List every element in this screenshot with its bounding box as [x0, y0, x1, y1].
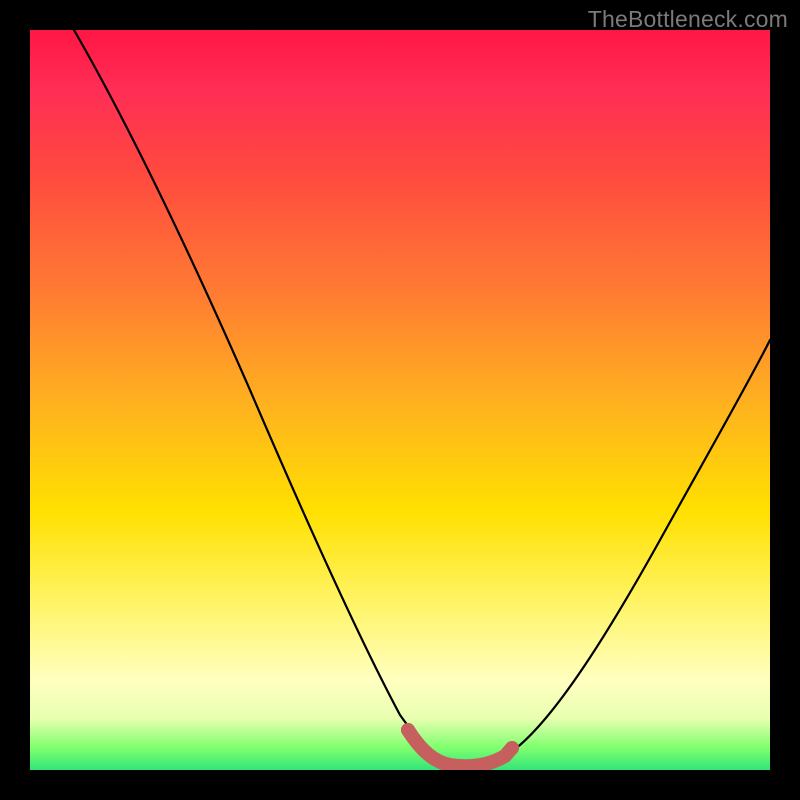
curve-path — [74, 30, 770, 765]
watermark-text: TheBottleneck.com — [588, 6, 788, 33]
chart-frame: TheBottleneck.com — [0, 0, 800, 800]
highlight-path — [408, 730, 512, 766]
highlight-dot-right — [505, 741, 519, 755]
highlight-dot-left — [401, 723, 415, 737]
plot-area — [30, 30, 770, 770]
bottleneck-curve — [30, 30, 770, 770]
